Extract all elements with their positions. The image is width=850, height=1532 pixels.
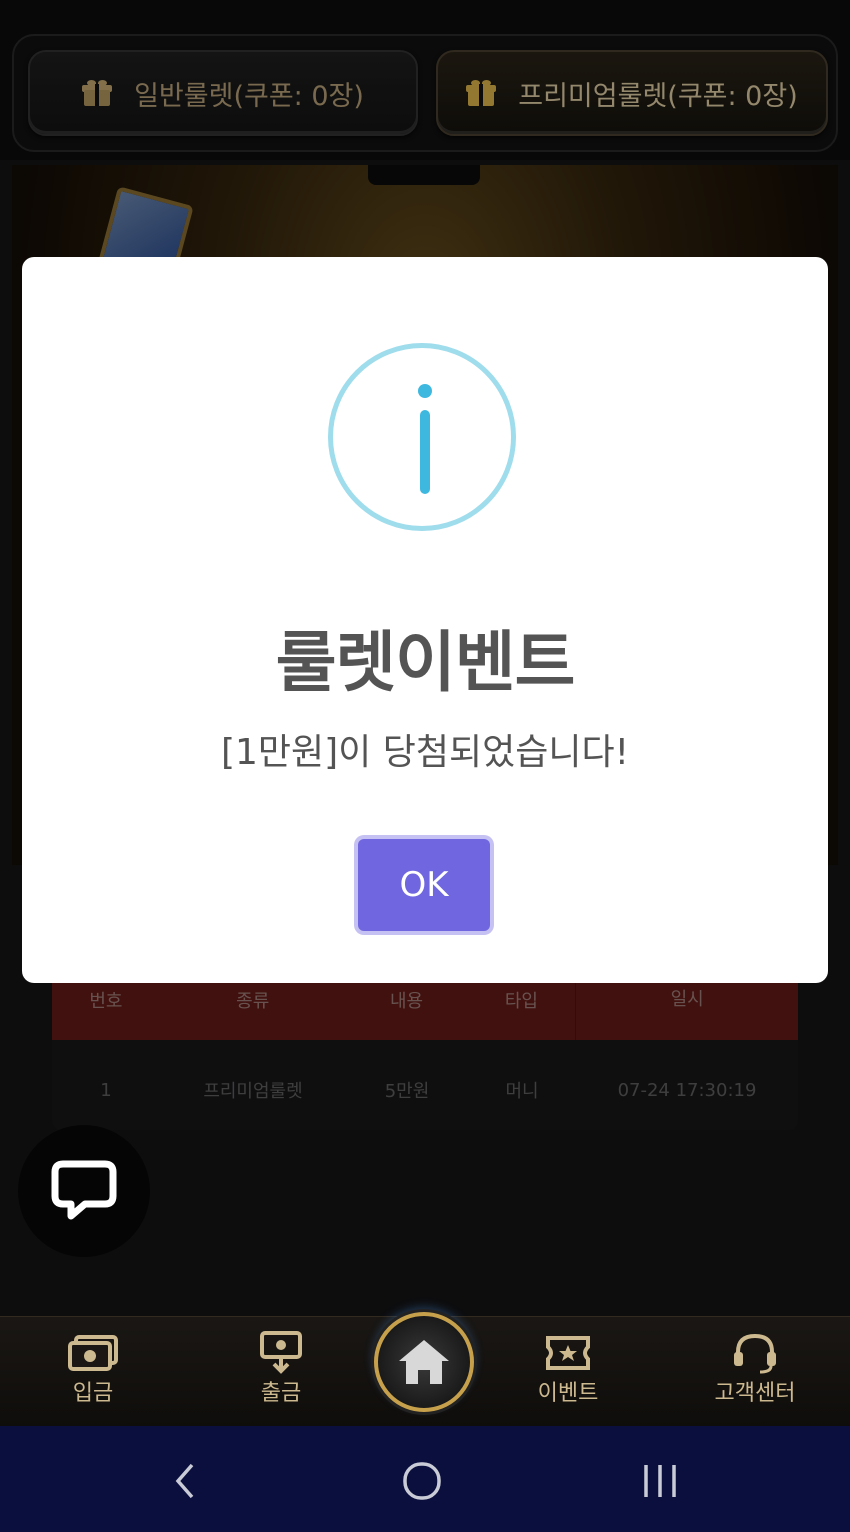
header-kind: 타입 [504,991,538,1012]
modal-title: 룰렛이벤트 [275,624,576,701]
tab-premium-label: 프리미엄룰렛(쿠폰: 0장) [518,80,798,112]
alert-modal: 룰렛이벤트 [1만원]이 당첨되었습니다! OK [22,257,828,983]
back-icon [175,1463,194,1499]
tab-normal-label: 일반룰렛(쿠폰: 0장) [134,80,364,112]
nav-deposit-label: 입금 [72,1381,114,1406]
ok-button[interactable]: OK [358,839,490,931]
header-number: 번호 [89,991,123,1012]
table-row: 1 프리미엄룰렛 5만원 머니 07-24 17:30:19 [52,1060,798,1120]
cell-number: 1 [100,1079,112,1101]
chat-button[interactable] [18,1125,150,1257]
nav-event-label: 이벤트 [537,1381,599,1406]
home-circle-icon [403,1462,441,1500]
info-icon [328,343,516,531]
cell-type: 프리미엄룰렛 [203,1081,303,1102]
top-tab-bar: 일반룰렛(쿠폰: 0장) 프리미엄룰렛(쿠폰: 0장) [0,0,850,160]
nav-withdraw[interactable]: 출금 [216,1331,346,1407]
system-nav-bar [0,1426,850,1532]
tab-premium-roulette[interactable]: 프리미엄룰렛(쿠폰: 0장) [436,50,828,136]
back-button[interactable] [155,1456,215,1506]
nav-support[interactable]: 고객센터 [690,1331,820,1407]
deposit-icon [68,1335,118,1371]
recents-button[interactable] [630,1456,690,1506]
modal-message: [1만원]이 당첨되었습니다! [220,732,630,773]
cell-content: 5만원 [384,1081,430,1102]
tab-normal-roulette[interactable]: 일반룰렛(쿠폰: 0장) [28,50,418,136]
gift-icon [82,80,113,106]
withdraw-icon [260,1331,302,1374]
header-type: 종류 [236,991,270,1012]
recents-icon [644,1465,676,1497]
nav-withdraw-label: 출금 [260,1381,302,1406]
nav-event[interactable]: 이벤트 [503,1331,633,1407]
home-icon [399,1340,449,1384]
gift-icon [466,80,497,106]
nav-support-label: 고객센터 [714,1381,796,1406]
nav-deposit[interactable]: 입금 [28,1331,158,1407]
system-home-button[interactable] [392,1456,452,1506]
cell-kind: 머니 [505,1081,539,1102]
cell-datetime: 07-24 17:30:19 [617,1079,757,1101]
header-content: 내용 [389,991,424,1012]
event-ticket-icon [546,1336,590,1370]
chat-icon [51,1160,117,1220]
headset-icon [734,1333,776,1374]
roulette-pointer [368,165,480,185]
home-button[interactable] [374,1312,474,1412]
